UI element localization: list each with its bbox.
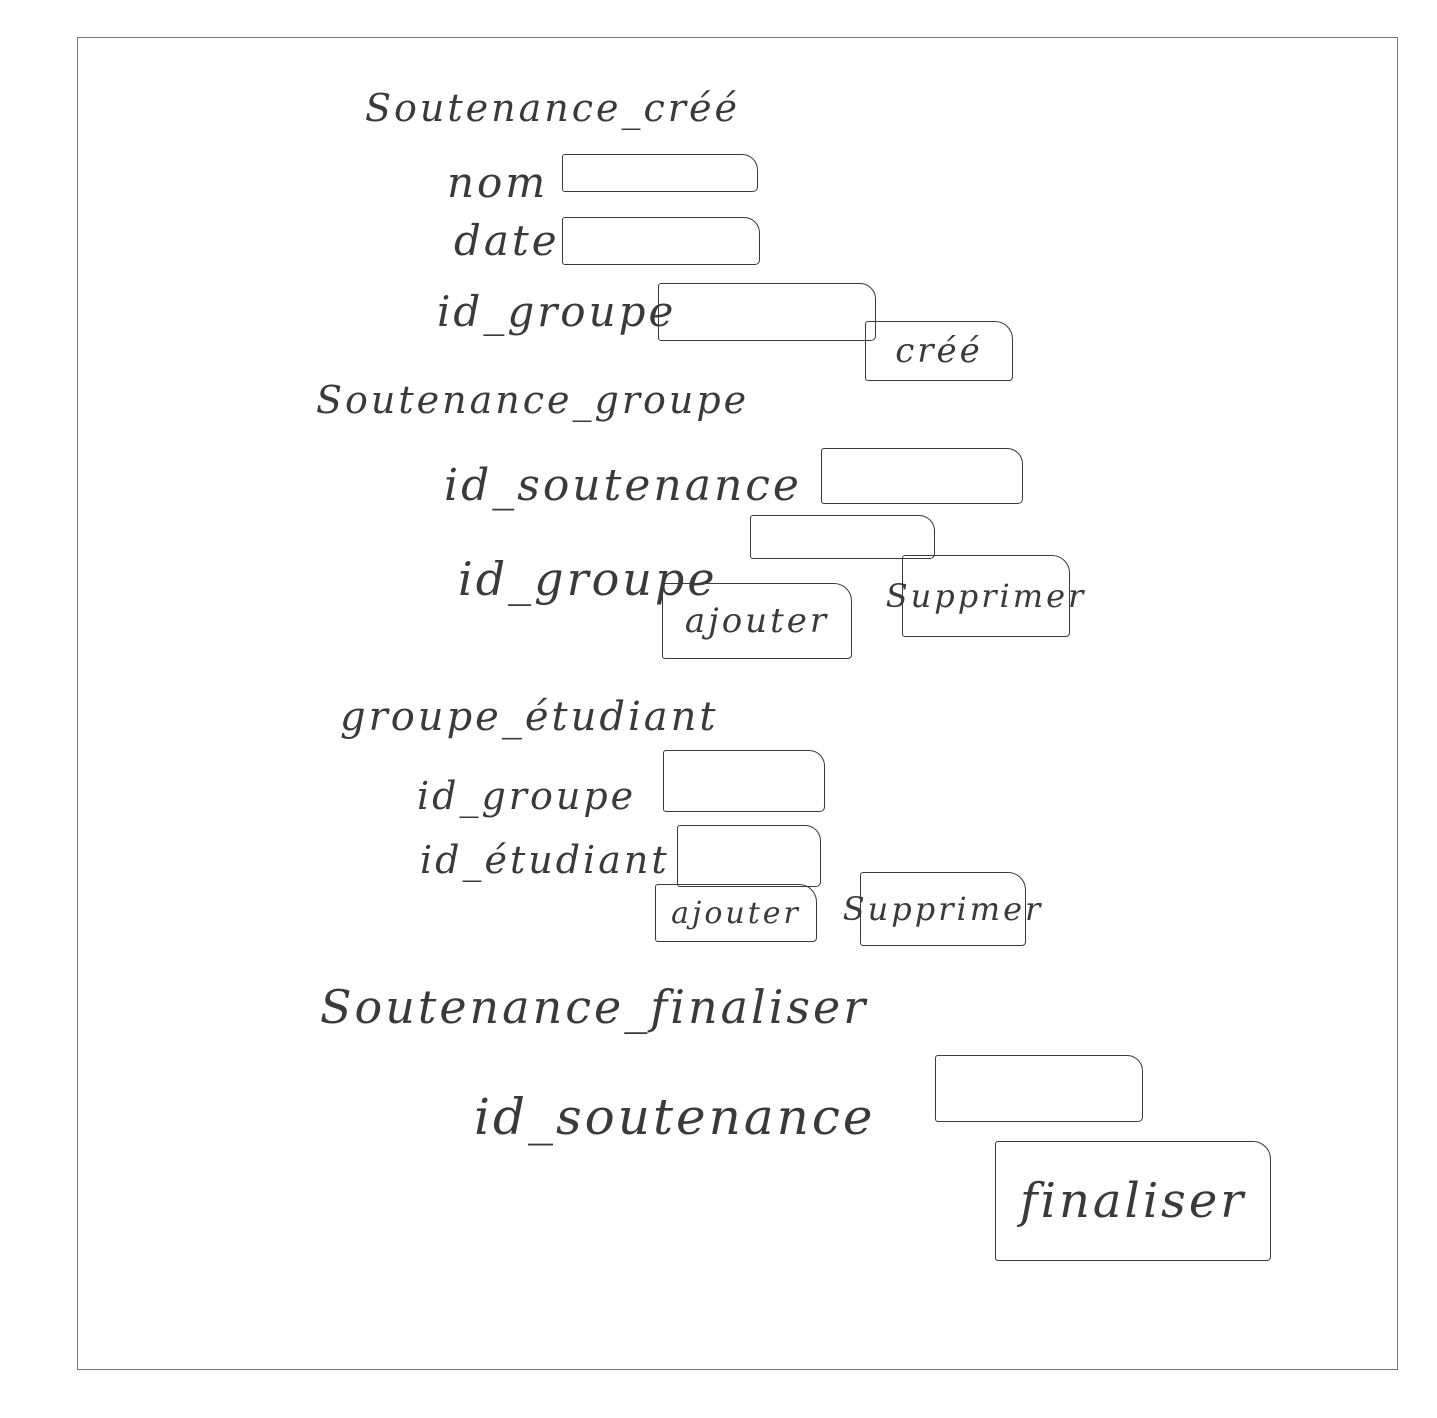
supprimer-etudiant-button[interactable]: Supprimer <box>843 872 1040 946</box>
section-title-soutenance-finaliser: Soutenance_finaliser <box>320 980 869 1034</box>
finaliser-button-label: finaliser <box>1019 1173 1247 1229</box>
supprimer-etudiant-button-label: Supprimer <box>842 890 1044 928</box>
id-groupe-input[interactable] <box>658 283 876 341</box>
nom-label: nom <box>447 158 549 207</box>
id-etudiant-input[interactable] <box>677 825 821 887</box>
section-title-soutenance-groupe: Soutenance_groupe <box>316 378 750 422</box>
date-input[interactable] <box>562 217 760 265</box>
id-soutenance-input[interactable] <box>821 448 1023 504</box>
id-groupe-label-3: id_groupe <box>417 774 637 818</box>
ajouter-groupe-button[interactable]: ajouter <box>662 583 852 659</box>
creer-button-label: créé <box>895 331 983 371</box>
id-soutenance-input-2[interactable] <box>935 1055 1143 1122</box>
section-title-soutenance-cree: Soutenance_créé <box>365 86 740 130</box>
ajouter-groupe-button-label: ajouter <box>684 601 830 641</box>
id-soutenance-label: id_soutenance <box>444 460 802 511</box>
supprimer-groupe-button[interactable]: Supprimer <box>886 555 1083 637</box>
nom-input[interactable] <box>562 154 758 192</box>
section-title-groupe-etudiant: groupe_étudiant <box>340 694 719 740</box>
id-groupe-input-2[interactable] <box>750 515 935 559</box>
ajouter-etudiant-button[interactable]: ajouter <box>655 884 817 942</box>
id-groupe-input-3[interactable] <box>663 750 825 812</box>
finaliser-button[interactable]: finaliser <box>995 1141 1271 1261</box>
creer-button[interactable]: créé <box>865 321 1013 381</box>
date-label: date <box>454 216 560 265</box>
id-etudiant-label: id_étudiant <box>420 838 670 882</box>
ajouter-etudiant-button-label: ajouter <box>671 895 801 931</box>
id-groupe-label: id_groupe <box>437 287 677 336</box>
supprimer-groupe-button-label: Supprimer <box>885 577 1087 615</box>
id-soutenance-label-2: id_soutenance <box>474 1088 876 1146</box>
